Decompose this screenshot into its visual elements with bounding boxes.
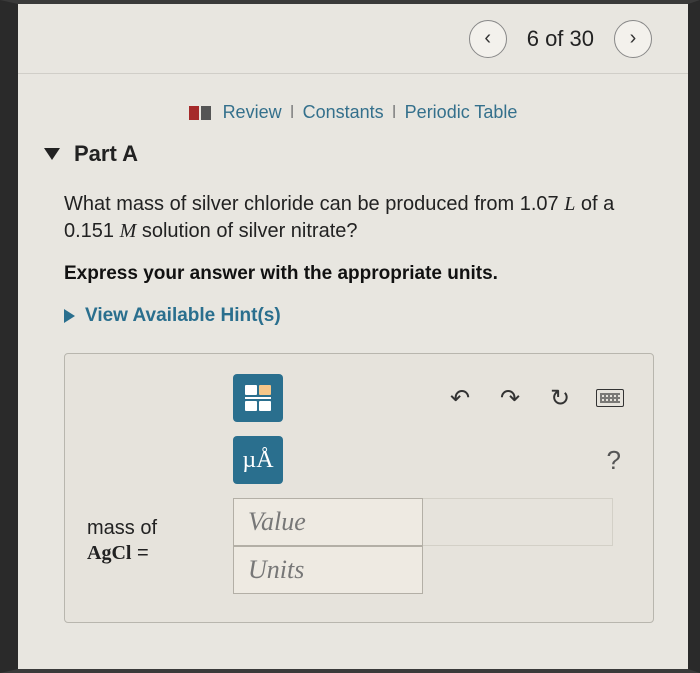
- hints-toggle[interactable]: View Available Hint(s): [18, 295, 688, 345]
- chevron-right-icon: ›: [630, 27, 637, 50]
- help-button[interactable]: ?: [597, 445, 631, 476]
- redo-icon: ↷: [500, 384, 520, 413]
- flag-icon: [189, 106, 211, 120]
- equation-toolbar: ↶ ↷ ↻: [233, 374, 631, 422]
- separator: I: [290, 102, 295, 123]
- part-header[interactable]: Part A: [18, 133, 688, 167]
- next-button[interactable]: ›: [614, 20, 652, 58]
- equation-toolbar-row2: µÅ ?: [233, 436, 631, 484]
- instruction-text: Express your answer with the appropriate…: [18, 255, 688, 295]
- part-title: Part A: [74, 141, 138, 167]
- reset-icon: ↻: [550, 384, 570, 413]
- top-nav: ‹ 6 of 30 ›: [18, 4, 688, 74]
- app-frame: ‹ 6 of 30 › Review I Constants I Periodi…: [0, 0, 700, 673]
- value-input-ext: [423, 498, 613, 546]
- special-chars-button[interactable]: µÅ: [233, 436, 283, 484]
- units-input[interactable]: Units: [233, 546, 423, 594]
- separator: I: [392, 102, 397, 123]
- review-link[interactable]: Review: [223, 102, 282, 123]
- undo-button[interactable]: ↶: [439, 374, 481, 422]
- hints-label: View Available Hint(s): [85, 305, 281, 327]
- caret-right-icon: [64, 309, 75, 323]
- value-input[interactable]: Value: [233, 498, 423, 546]
- keyboard-icon: [596, 389, 624, 407]
- reset-button[interactable]: ↻: [539, 374, 581, 422]
- mu-angstrom-icon: µÅ: [242, 447, 273, 474]
- periodic-table-link[interactable]: Periodic Table: [405, 102, 518, 123]
- undo-icon: ↶: [450, 384, 470, 413]
- variable-label-col: mass of AgCl =: [87, 374, 207, 594]
- question-text: What mass of silver chloride can be prod…: [18, 167, 688, 255]
- caret-down-icon: [44, 148, 60, 160]
- answer-box: mass of AgCl = ↶ ↷: [64, 353, 654, 623]
- chevron-left-icon: ‹: [484, 27, 491, 50]
- redo-button[interactable]: ↷: [489, 374, 531, 422]
- resource-links: Review I Constants I Periodic Table: [18, 74, 688, 133]
- answer-inputs: Value Units: [233, 498, 631, 594]
- constants-link[interactable]: Constants: [303, 102, 384, 123]
- fraction-template-button[interactable]: [233, 374, 283, 422]
- prev-button[interactable]: ‹: [469, 20, 507, 58]
- page-counter: 6 of 30: [527, 26, 594, 52]
- fraction-icon: [245, 385, 271, 411]
- input-col: ↶ ↷ ↻ µÅ ? V: [233, 374, 631, 594]
- keyboard-button[interactable]: [589, 374, 631, 422]
- variable-label: mass of AgCl =: [87, 516, 157, 566]
